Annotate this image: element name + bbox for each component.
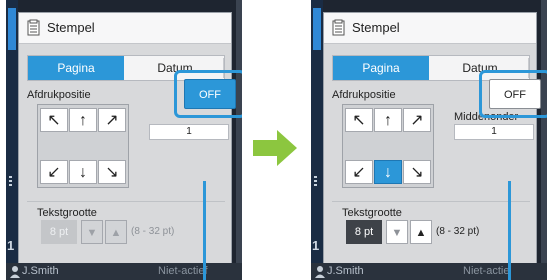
- position-value-field[interactable]: 1: [454, 124, 534, 140]
- position-value-field[interactable]: 1: [149, 124, 229, 140]
- text-size-decrease-button[interactable]: ▼: [81, 220, 103, 244]
- tab-pagina[interactable]: Pagina: [28, 56, 124, 80]
- off-button[interactable]: OFF: [489, 79, 541, 109]
- grip-icon: [9, 176, 12, 188]
- status-bar: J.Smith Niet-actief: [6, 263, 242, 280]
- tab-pagina[interactable]: Pagina: [333, 56, 429, 80]
- position-bottom-left-button[interactable]: ↙: [345, 160, 373, 184]
- position-bottom-center-button[interactable]: ↓: [374, 160, 402, 184]
- left-screenshot: 1 Stempel Pagina Datum Afdrukpositie ↖ ↑…: [6, 0, 242, 280]
- position-top-center-button[interactable]: ↑: [374, 108, 402, 132]
- position-bottom-center-button[interactable]: ↓: [69, 160, 97, 184]
- dialog-title: Stempel: [352, 20, 400, 35]
- text-size-range: (8 - 32 pt): [131, 226, 175, 237]
- text-size-label: Tekstgrootte: [342, 207, 402, 219]
- text-size-value: 8 pt: [41, 220, 77, 244]
- print-position-label: Afdrukpositie: [332, 89, 396, 101]
- app-sidebar: 1: [311, 0, 323, 280]
- user-name: J.Smith: [327, 265, 364, 277]
- position-bottom-left-button[interactable]: ↙: [40, 160, 68, 184]
- stamp-dialog: Stempel Pagina Datum Afdrukpositie ↖ ↑ ↗…: [18, 12, 242, 268]
- position-grid: ↖ ↑ ↗ ↙ ↓ ↘: [342, 104, 434, 188]
- text-size-value: 8 pt: [346, 220, 382, 244]
- user-icon: [315, 266, 325, 278]
- position-bottom-right-button[interactable]: ↘: [403, 160, 431, 184]
- stamp-icon: [332, 19, 345, 36]
- text-size-label: Tekstgrootte: [37, 207, 97, 219]
- position-bottom-right-button[interactable]: ↘: [98, 160, 126, 184]
- stamp-icon: [27, 19, 40, 36]
- title-bar: Stempel: [324, 13, 536, 44]
- position-top-left-button[interactable]: ↖: [345, 108, 373, 132]
- status-bar: J.Smith Niet-actie: [311, 263, 547, 280]
- title-bar: Stempel: [19, 13, 231, 44]
- position-top-right-button[interactable]: ↗: [98, 108, 126, 132]
- app-sidebar: 1: [6, 0, 18, 280]
- text-size-range: (8 - 32 pt): [436, 226, 480, 237]
- grip-icon: [314, 176, 317, 188]
- off-button-callout: OFF: [174, 70, 242, 118]
- user-name: J.Smith: [22, 265, 59, 277]
- text-size-increase-button[interactable]: ▲: [410, 220, 432, 244]
- callout-line: [203, 181, 206, 280]
- status-text: Niet-actief: [158, 265, 208, 277]
- callout-line: [508, 181, 511, 280]
- position-grid: ↖ ↑ ↗ ↙ ↓ ↘: [37, 104, 129, 188]
- position-top-left-button[interactable]: ↖: [40, 108, 68, 132]
- flow-arrow-icon: [253, 130, 297, 166]
- off-button[interactable]: OFF: [184, 79, 236, 109]
- text-size-decrease-button[interactable]: ▼: [386, 220, 408, 244]
- user-icon: [10, 266, 20, 278]
- print-position-label: Afdrukpositie: [27, 89, 91, 101]
- position-top-center-button[interactable]: ↑: [69, 108, 97, 132]
- right-screenshot: 1 Stempel Pagina Datum Afdrukpositie ↖ ↑…: [311, 0, 547, 280]
- dialog-title: Stempel: [47, 20, 95, 35]
- status-text: Niet-actie: [463, 265, 510, 277]
- off-button-callout: OFF: [479, 70, 547, 118]
- stamp-dialog: Stempel Pagina Datum Afdrukpositie ↖ ↑ ↗…: [323, 12, 547, 268]
- position-top-right-button[interactable]: ↗: [403, 108, 431, 132]
- text-size-increase-button[interactable]: ▲: [105, 220, 127, 244]
